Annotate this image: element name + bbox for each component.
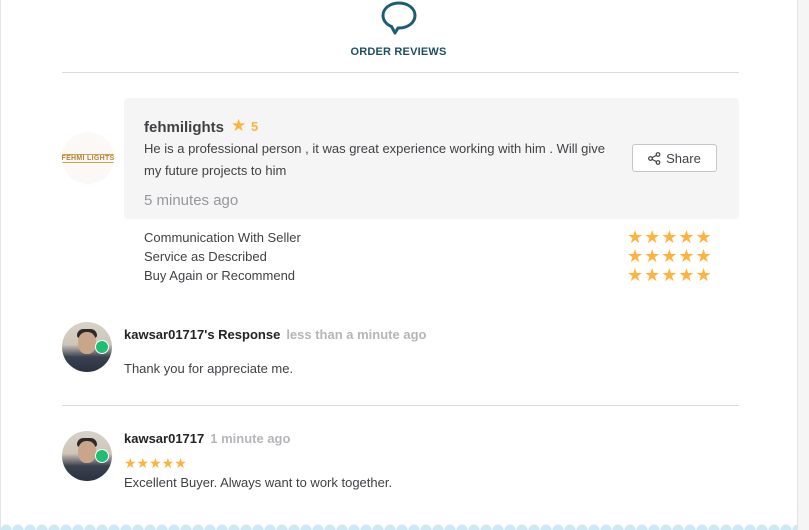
breakdown-label-service: Service as Described [144, 249, 267, 264]
section-divider [62, 405, 739, 406]
page-left-border [0, 0, 1, 530]
breakdown-label-communication: Communication With Seller [144, 230, 301, 245]
buyer-review-header: kawsar01717 1 minute ago [124, 431, 290, 446]
online-status-icon [95, 449, 109, 463]
seller-logo-text: FEHMI LIGHTS [62, 153, 114, 163]
buyer-name[interactable]: kawsar01717 [124, 431, 204, 446]
buyer-review-text: Excellent Buyer. Always want to work tog… [124, 475, 393, 490]
response-title: kawsar01717's Response [124, 327, 281, 342]
breakdown-stars-communication: ★★★★★ [627, 227, 713, 247]
scrollbar-track[interactable] [797, 0, 809, 530]
response-header: kawsar01717's Response less than a minute… [124, 327, 426, 342]
star-icon: ★ [231, 116, 247, 135]
rating-value: 5 [251, 119, 259, 134]
seller-logo: FEHMI LIGHTS [62, 132, 114, 184]
online-status-icon [95, 340, 109, 354]
share-label: Share [666, 150, 701, 166]
chat-bubble-icon [381, 1, 417, 35]
share-icon [648, 151, 661, 165]
breakdown-label-recommend: Buy Again or Recommend [144, 268, 296, 283]
header-divider [62, 72, 739, 73]
review-text: He is a professional person , it was gre… [144, 141, 605, 178]
breakdown-stars-service: ★★★★★ [627, 246, 713, 266]
breakdown-stars-recommend: ★★★★★ [627, 265, 713, 285]
response-time: less than a minute ago [286, 327, 427, 342]
reviewer-name[interactable]: fehmilights [144, 119, 224, 136]
review-time: 5 minutes ago [144, 192, 239, 209]
page-title: ORDER REVIEWS [350, 46, 447, 58]
buyer-avatar[interactable] [62, 431, 112, 481]
share-button[interactable]: Share [632, 144, 717, 172]
buyer-review-time: 1 minute ago [210, 431, 291, 446]
buyer-rating-stars: ★★★★★ [124, 455, 187, 471]
response-text: Thank you for appreciate me. [124, 361, 294, 376]
bottom-wave-decoration [0, 522, 797, 530]
review-card: fehmilights ★ 5 He is a professional per… [124, 98, 739, 219]
avatar[interactable] [62, 322, 112, 372]
